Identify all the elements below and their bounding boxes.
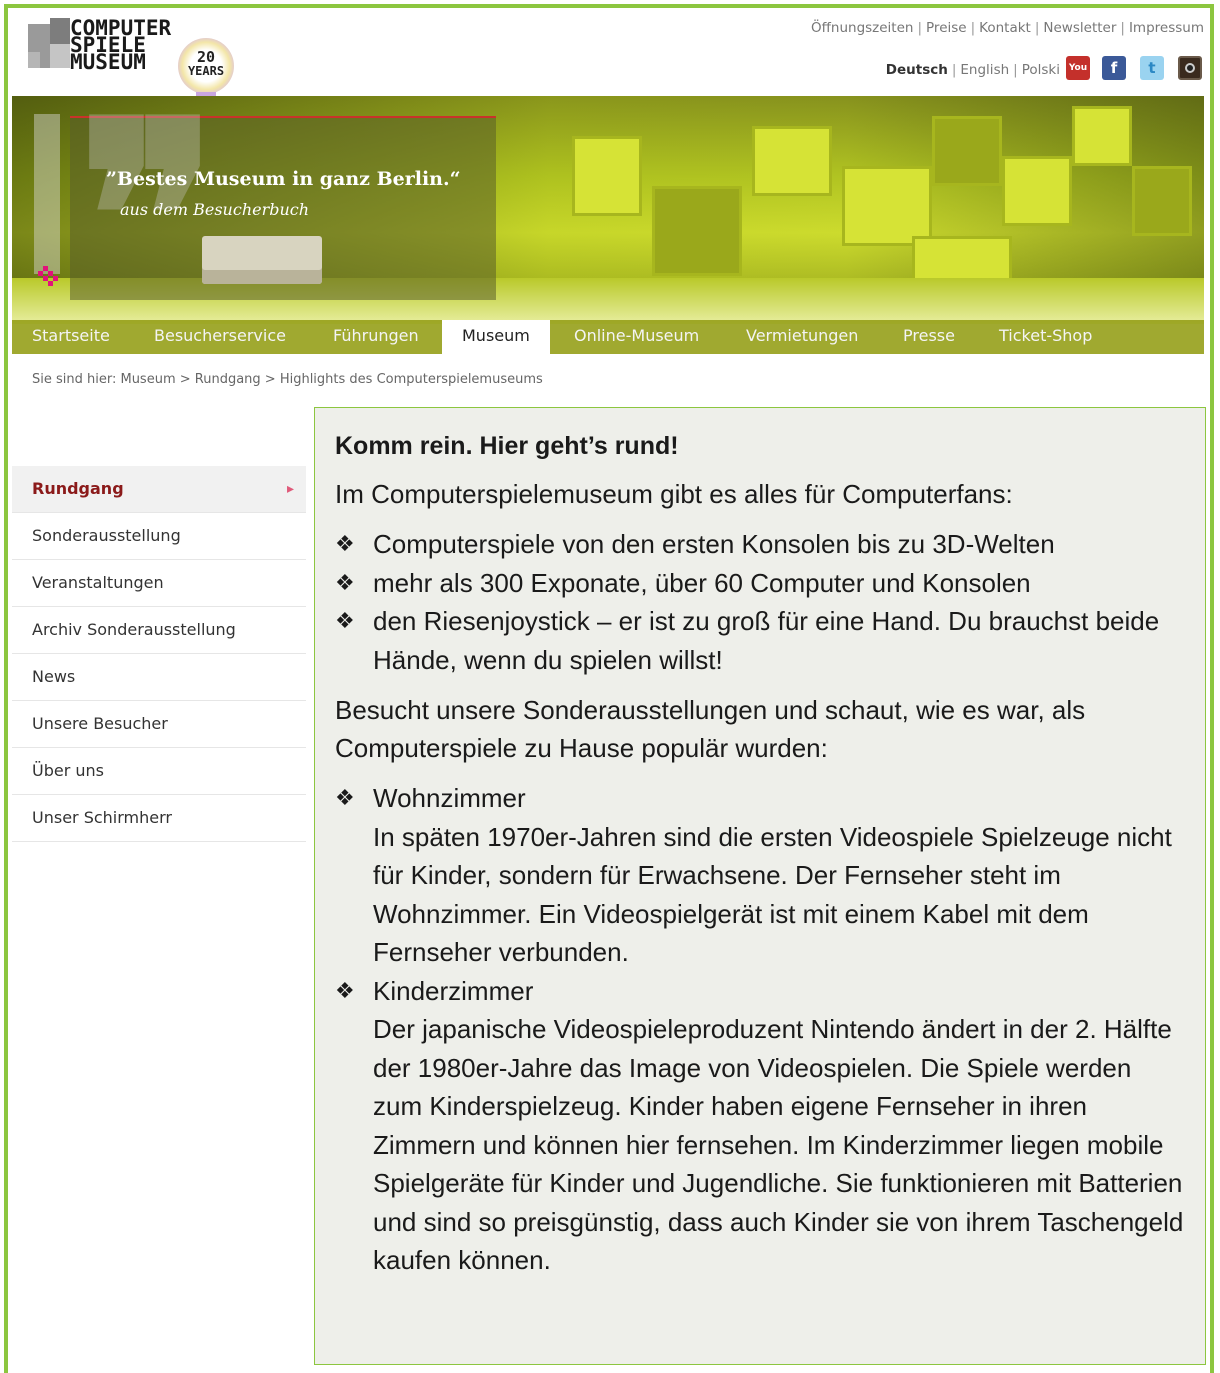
separator: | xyxy=(1034,20,1040,36)
pixel-dot xyxy=(48,281,53,286)
logo-pixel xyxy=(50,18,70,44)
feature-list: ❖ Computerspiele von den ersten Konsolen … xyxy=(335,525,1185,679)
nav-vermietungen[interactable]: Vermietungen xyxy=(726,320,878,354)
exhibit-cube xyxy=(752,126,832,196)
language-switcher: Deutsch | English | Polski xyxy=(886,62,1060,78)
sidebar-item-archiv[interactable]: Archiv Sonderausstellung xyxy=(12,607,306,654)
exhibit-cube xyxy=(652,186,742,276)
content-paragraph: Besucht unsere Sonderausstellungen und s… xyxy=(335,695,1086,763)
sidebar-item-ueber-uns[interactable]: Über uns xyxy=(12,748,306,795)
exhibit-cube xyxy=(932,116,1002,186)
facebook-icon[interactable]: f xyxy=(1102,56,1126,80)
sidebar-item-besucher[interactable]: Unsere Besucher xyxy=(12,701,306,748)
hero-banner: ❞ ”Bestes Museum in ganz Berlin.“ aus de… xyxy=(12,96,1204,324)
bullet-icon: ❖ xyxy=(335,608,355,633)
list-item-text: mehr als 300 Exponate, über 60 Computer … xyxy=(373,567,1031,598)
separator: | xyxy=(970,20,976,36)
exhibit-cube xyxy=(572,136,642,216)
pixel-logo-icon xyxy=(38,266,64,292)
nav-ticket-shop[interactable]: Ticket-Shop xyxy=(979,320,1112,354)
exhibit-cube xyxy=(1002,156,1072,226)
logo-pixel xyxy=(28,52,40,68)
separator: | xyxy=(917,20,923,36)
bullet-icon: ❖ xyxy=(335,977,355,1003)
anniversary-badge: 20 YEARS xyxy=(178,38,234,94)
list-item: ❖ Computerspiele von den ersten Konsolen … xyxy=(335,525,1185,564)
nav-startseite[interactable]: Startseite xyxy=(12,320,130,354)
exhibit-cube xyxy=(842,166,932,246)
separator: | xyxy=(1120,20,1125,36)
sidebar-item-label: Rundgang xyxy=(32,479,124,498)
nav-fuehrungen[interactable]: Führungen xyxy=(313,320,439,354)
bullet-icon: ❖ xyxy=(335,569,355,595)
quote-decoration xyxy=(34,114,60,274)
pixel-dot xyxy=(53,276,58,281)
logo-word-3: MUSEUM xyxy=(70,50,146,74)
link-preise[interactable]: Preise xyxy=(926,20,967,36)
list-item-text: Computerspiele von den ersten Konsolen b… xyxy=(373,529,1055,559)
list-item-text: den Riesenjoystick – er ist zu groß für … xyxy=(373,606,1160,675)
main-content: Komm rein. Hier geht’s rund! Im Computer… xyxy=(314,407,1206,1365)
content-title: Komm rein. Hier geht’s rund! xyxy=(335,432,679,460)
link-oeffnungszeiten[interactable]: Öffnungszeiten xyxy=(811,20,914,36)
hero-quote: ”Bestes Museum in ganz Berlin.“ xyxy=(106,168,461,190)
sidebar-item-schirmherr[interactable]: Unser Schirmherr xyxy=(12,795,306,842)
separator: | xyxy=(1013,62,1018,78)
lang-english[interactable]: English xyxy=(960,62,1009,78)
exhibit-cube xyxy=(1072,106,1132,166)
content-intro: Im Computerspielemuseum gibt es alles fü… xyxy=(335,479,1013,509)
bullet-icon: ❖ xyxy=(335,531,355,556)
list-item: ❖ Wohnzimmer In späten 1970er-Jahren sind … xyxy=(335,779,1185,972)
list-item: ❖ Kinderzimmer Der japanische Videospielep… xyxy=(335,972,1185,1280)
sidebar: Rundgang ▸ Sonderausstellung Veranstaltu… xyxy=(12,466,306,842)
list-item-text: Der japanische Videospieleproduzent Nint… xyxy=(373,1014,1184,1275)
badge-number: 20 xyxy=(196,48,216,66)
badge-text: YEARS xyxy=(187,64,225,78)
list-item: ❖ den Riesenjoystick – er ist zu groß für… xyxy=(335,602,1185,679)
list-item-title: Wohnzimmer xyxy=(373,783,526,813)
sidebar-item-sonderausstellung[interactable]: Sonderausstellung xyxy=(12,513,306,560)
arrow-right-icon: ▸ xyxy=(286,481,294,497)
utility-links: Öffnungszeiten | Preise | Kontakt | Newsletter… xyxy=(811,20,1204,36)
nav-museum[interactable]: Museum xyxy=(442,320,550,354)
lang-polski[interactable]: Polski xyxy=(1022,62,1060,78)
list-item: ❖ mehr als 300 Exponate, über 60 Computer… xyxy=(335,564,1185,603)
bullet-icon: ❖ xyxy=(335,785,355,810)
logo-pixel xyxy=(50,44,70,68)
sidebar-item-veranstaltungen[interactable]: Veranstaltungen xyxy=(12,560,306,607)
instagram-icon[interactable] xyxy=(1178,56,1202,80)
main-nav: Startseite Besucherservice Führungen Mus… xyxy=(12,320,1204,354)
exhibit-computer xyxy=(202,236,322,284)
list-item-title: Kinderzimmer xyxy=(373,975,534,1006)
hero-quote-source: aus dem Besucherbuch xyxy=(120,200,310,219)
breadcrumb: Sie sind hier: Museum > Rundgang > Highl… xyxy=(32,372,543,387)
sidebar-item-news[interactable]: News xyxy=(12,654,306,701)
separator: | xyxy=(951,62,957,78)
twitter-icon[interactable]: t xyxy=(1140,56,1164,80)
youtube-icon[interactable]: You xyxy=(1066,56,1090,80)
sidebar-item-rundgang[interactable]: Rundgang ▸ xyxy=(12,466,306,513)
exhibit-cube xyxy=(1132,166,1192,236)
nav-online-museum[interactable]: Online-Museum xyxy=(554,320,719,354)
nav-besucherservice[interactable]: Besucherservice xyxy=(134,320,306,354)
room-list: ❖ Wohnzimmer In späten 1970er-Jahren sind … xyxy=(335,779,1185,1280)
lang-deutsch[interactable]: Deutsch xyxy=(886,62,948,78)
link-newsletter[interactable]: Newsletter xyxy=(1043,20,1116,36)
nav-presse[interactable]: Presse xyxy=(883,320,975,354)
list-item-text: In späten 1970er-Jahren sind die ersten … xyxy=(373,821,1172,968)
link-kontakt[interactable]: Kontakt xyxy=(979,20,1031,36)
link-impressum[interactable]: Impressum xyxy=(1129,20,1204,36)
